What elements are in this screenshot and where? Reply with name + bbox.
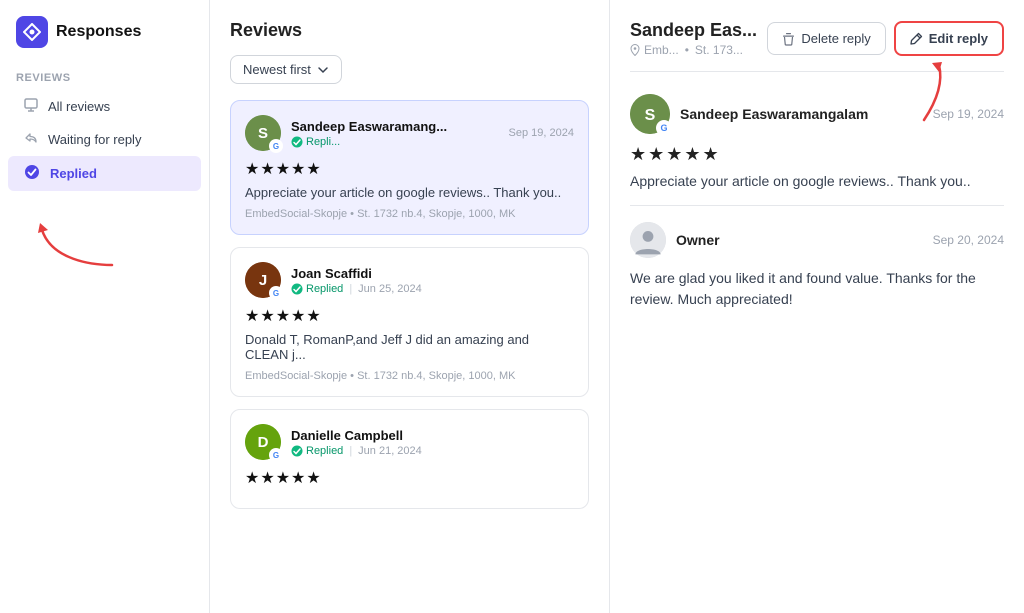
detail-info: Sandeep Eas... Emb... • St. 173... <box>630 20 757 57</box>
detail-review: S G Sandeep Easwaramangalam Sep 19, 2024… <box>630 78 1004 206</box>
owner-reply-text: We are glad you liked it and found value… <box>630 268 1004 310</box>
sidebar-label-waiting-reply: Waiting for reply <box>48 132 141 147</box>
reviews-title: Reviews <box>230 20 589 41</box>
sort-dropdown[interactable]: Newest first <box>230 55 342 84</box>
edit-icon <box>910 32 923 45</box>
monitor-icon <box>24 98 38 115</box>
review-card-1[interactable]: S G Sandeep Easwaramang... Repli... Sep … <box>230 100 589 235</box>
owner-avatar <box>630 222 666 258</box>
detail-actions: Delete reply Edit reply <box>767 21 1004 56</box>
google-badge-1: G <box>269 139 283 153</box>
edit-reply-label: Edit reply <box>929 31 988 46</box>
avatar-wrapper-2: J G <box>245 262 281 298</box>
reviewer-name-3: Danielle Campbell <box>291 428 574 443</box>
google-badge-detail: G <box>656 120 672 136</box>
logo-svg <box>23 23 41 41</box>
avatar-wrapper-1: S G <box>245 115 281 151</box>
detail-panel: Sandeep Eas... Emb... • St. 173... Delet… <box>610 0 1024 613</box>
detail-review-text: Appreciate your article on google review… <box>630 173 1004 189</box>
detail-name: Sandeep Eas... <box>630 20 757 41</box>
reviewer-name-2: Joan Scaffidi <box>291 266 574 281</box>
sidebar-section-label: Reviews <box>0 64 209 90</box>
review-card-2[interactable]: J G Joan Scaffidi Replied | Jun 25, 2024 <box>230 247 589 397</box>
svg-text:S: S <box>258 125 268 142</box>
google-badge-3: G <box>269 448 283 462</box>
sidebar-item-all-reviews[interactable]: All reviews <box>8 90 201 123</box>
edit-reply-button[interactable]: Edit reply <box>894 21 1004 56</box>
owner-reply: Owner Sep 20, 2024 We are glad you liked… <box>630 206 1004 326</box>
sidebar-item-replied[interactable]: Replied <box>8 156 201 191</box>
review-text-2: Donald T, RomanP,and Jeff J did an amazi… <box>245 332 574 362</box>
location-pin-icon <box>630 44 640 56</box>
check-circle-icon <box>24 164 40 183</box>
detail-review-date: Sep 19, 2024 <box>933 107 1004 121</box>
review-card-3[interactable]: D G Danielle Campbell Replied | Jun 21, … <box>230 409 589 509</box>
app-title: Responses <box>56 23 141 41</box>
sidebar: Responses Reviews All reviews Waiting fo… <box>0 0 210 613</box>
review-source-1: EmbedSocial-Skopje • St. 1732 nb.4, Skop… <box>245 208 574 220</box>
review-source-2: EmbedSocial-Skopje • St. 1732 nb.4, Skop… <box>245 370 574 382</box>
delete-reply-button[interactable]: Delete reply <box>767 22 885 55</box>
chevron-down-icon <box>317 64 329 76</box>
owner-reply-date: Sep 20, 2024 <box>933 233 1004 247</box>
review-meta-1: Sandeep Easwaramang... Repli... <box>291 119 499 148</box>
sort-label: Newest first <box>243 62 311 77</box>
review-text-1: Appreciate your article on google review… <box>245 185 574 200</box>
review-date-1: Sep 19, 2024 <box>509 127 574 139</box>
delete-reply-label: Delete reply <box>801 31 870 46</box>
review-meta-3: Danielle Campbell Replied | Jun 21, 2024 <box>291 428 574 457</box>
owner-row: Owner Sep 20, 2024 <box>630 222 1004 258</box>
review-meta-2: Joan Scaffidi Replied | Jun 25, 2024 <box>291 266 574 295</box>
review-status-2: Replied | Jun 25, 2024 <box>291 283 574 295</box>
reply-icon <box>24 131 38 148</box>
owner-info: Owner <box>676 232 720 248</box>
google-badge-2: G <box>269 286 283 300</box>
status-badge-2: Replied <box>291 283 343 295</box>
owner-name: Owner <box>676 232 720 248</box>
svg-text:S: S <box>645 107 656 124</box>
detail-reviewer-row: S G Sandeep Easwaramangalam Sep 19, 2024 <box>630 94 1004 134</box>
detail-reviewer-name: Sandeep Easwaramangalam <box>680 106 868 122</box>
stars-1: ★★★★★ <box>245 159 574 179</box>
trash-icon <box>782 32 795 46</box>
sidebar-label-all-reviews: All reviews <box>48 99 110 114</box>
stars-2: ★★★★★ <box>245 306 574 326</box>
reviewer-name-1: Sandeep Easwaramang... <box>291 119 499 134</box>
review-status-1: Repli... <box>291 136 499 148</box>
sidebar-item-waiting-reply[interactable]: Waiting for reply <box>8 123 201 156</box>
detail-meta: Emb... • St. 173... <box>630 43 757 57</box>
stars-3: ★★★★★ <box>245 468 574 488</box>
detail-stars: ★★★★★ <box>630 144 1004 165</box>
svg-text:J: J <box>259 272 267 289</box>
status-badge-1: Repli... <box>291 136 340 148</box>
reviews-panel: Reviews Newest first S G Sandeep Easwara… <box>210 0 610 613</box>
app-logo: Responses <box>0 16 209 64</box>
detail-avatar-wrapper: S G <box>630 94 670 134</box>
review-status-3: Replied | Jun 21, 2024 <box>291 445 574 457</box>
detail-reviewer-info: Sandeep Easwaramangalam <box>680 106 868 122</box>
status-badge-3: Replied <box>291 445 343 457</box>
detail-header: Sandeep Eas... Emb... • St. 173... Delet… <box>630 20 1004 72</box>
svg-text:D: D <box>258 434 269 451</box>
sidebar-label-replied: Replied <box>50 166 97 181</box>
logo-icon <box>16 16 48 48</box>
avatar-wrapper-3: D G <box>245 424 281 460</box>
